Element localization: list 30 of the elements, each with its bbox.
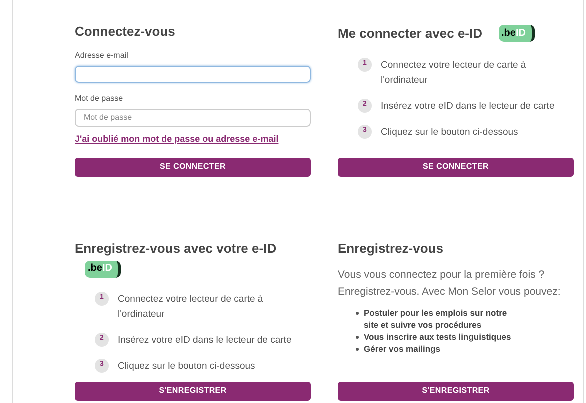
- step-text: Connectez votre lecteur de carte à l'ordinateur: [381, 58, 528, 88]
- step-text: Insérez votre eID dans le lecteur de carte: [381, 100, 556, 114]
- logo-prefix: .be: [88, 264, 102, 274]
- section-title: Enregistrez-vous: [338, 240, 444, 258]
- benefit-text: Gérer vos mailings: [364, 342, 442, 354]
- bullet-icon: [356, 312, 359, 314]
- submit-button[interactable]: S'ENREGISTRER: [75, 382, 311, 400]
- step-text: Cliquez sur le bouton ci-dessous: [381, 126, 520, 140]
- step-text: Cliquez sur le bouton ci-dessous: [118, 360, 256, 374]
- submit-button[interactable]: S'ENREGISTRER: [338, 382, 574, 400]
- benefit-text: Vous inscrire aux tests linguistiques: [364, 330, 512, 342]
- section-title: Me connecter avec e-ID: [338, 25, 483, 43]
- email-field[interactable]: [75, 66, 311, 83]
- bullet-icon: [356, 348, 359, 350]
- submit-button[interactable]: SE CONNECTER: [338, 158, 574, 176]
- step-text: Insérez votre eID dans le lecteur de carte: [118, 334, 293, 348]
- bullet-icon: [356, 336, 359, 338]
- field-label: Mot de passe: [75, 93, 124, 105]
- logo-suffix: ID: [102, 264, 112, 274]
- intro-paragraph: Vous vous connectez pour la première fois ? Enregistrez-vous. Avec Mon Selor vous pouvez:: [338, 268, 562, 300]
- benefit-text: Postuler pour les emplois sur notre site et suivre vos procédures: [364, 306, 508, 330]
- forgot-password-link[interactable]: J'ai oublié mon mot de passe ou adresse e-mail: [75, 132, 311, 146]
- section-title: Enregistrez-vous avec votre e-ID: [75, 240, 278, 258]
- logo-suffix: ID: [516, 28, 526, 39]
- step-text: Connectez votre lecteur de carte à l'ordinateur: [118, 292, 264, 322]
- section-title: Connectez-vous: [75, 23, 176, 41]
- logo-prefix: .be: [502, 28, 516, 39]
- password-field[interactable]: Mot de passe: [75, 109, 311, 126]
- submit-button[interactable]: SE CONNECTER: [75, 158, 311, 176]
- field-label: Adresse e-mail: [75, 50, 130, 62]
